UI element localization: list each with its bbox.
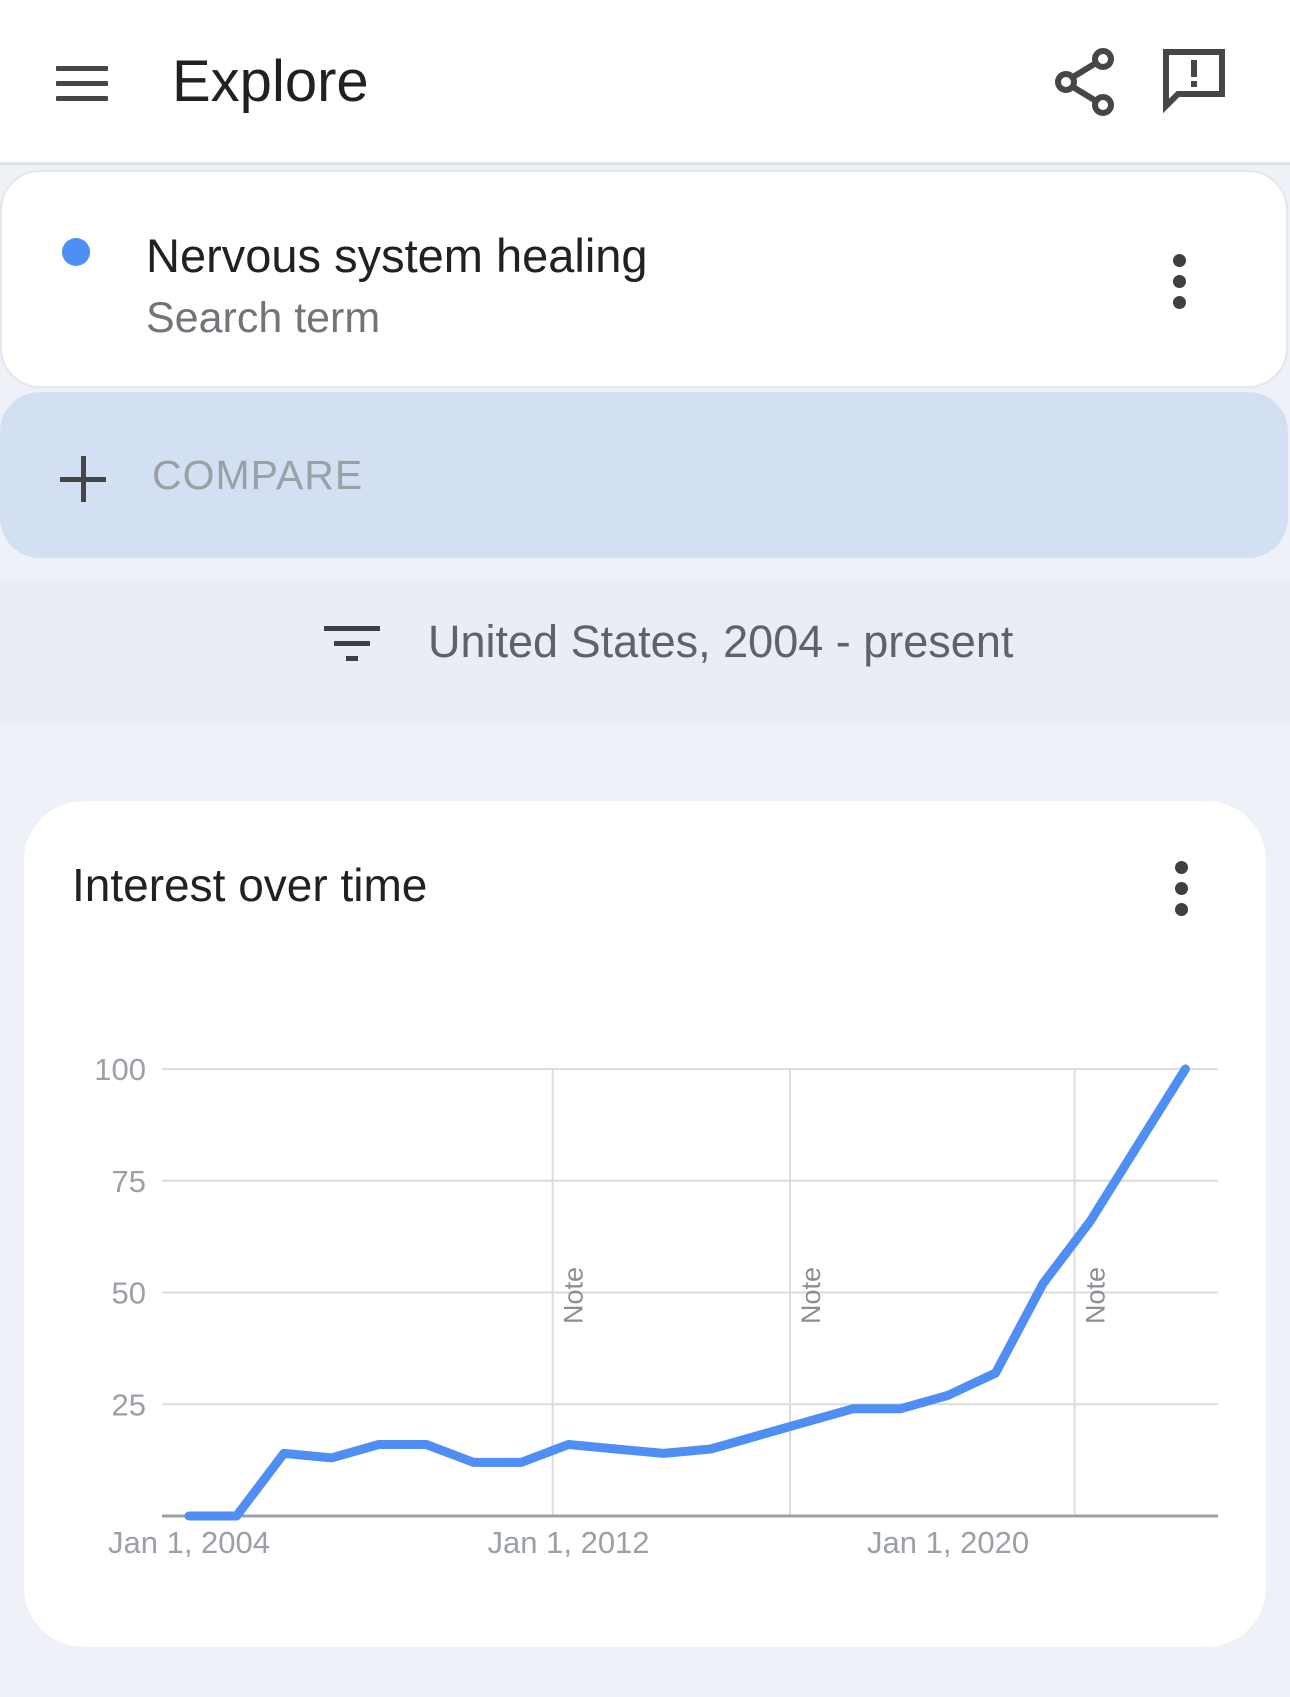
- x-tick-label: Jan 1, 2012: [488, 1525, 650, 1560]
- note-label: Note: [559, 1267, 589, 1324]
- interest-chart: 25 50 75 100 Note Note Note Jan 1, 2004 Jan 1, 2…: [94, 1052, 1218, 1560]
- x-tick-label: Jan 1, 2020: [867, 1525, 1029, 1560]
- x-tick-label: Jan 1, 2004: [108, 1525, 270, 1560]
- y-tick-label: 25: [112, 1387, 146, 1422]
- note-label: Note: [796, 1267, 826, 1324]
- y-tick-label: 75: [112, 1164, 146, 1199]
- note-label: Note: [1081, 1267, 1111, 1324]
- y-tick-label: 100: [94, 1052, 146, 1087]
- y-tick-label: 50: [112, 1276, 146, 1311]
